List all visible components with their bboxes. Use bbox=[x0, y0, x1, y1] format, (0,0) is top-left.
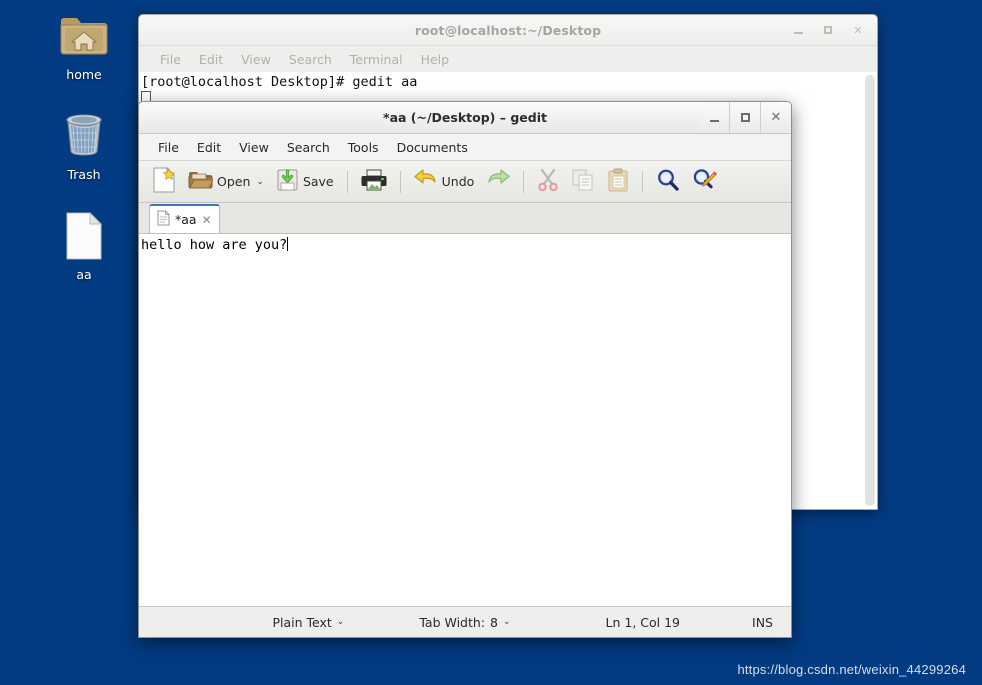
desktop-icon-trash[interactable]: Trash bbox=[52, 108, 116, 182]
text-document-icon bbox=[52, 208, 116, 264]
gedit-menu-view[interactable]: View bbox=[230, 137, 278, 158]
gedit-tab-label: *aa bbox=[175, 212, 197, 227]
tab-width-chevron-down-icon[interactable]: ⌄ bbox=[503, 617, 511, 627]
find-replace-button[interactable] bbox=[687, 166, 723, 198]
gedit-minimize-button[interactable] bbox=[699, 102, 729, 133]
scissors-icon bbox=[537, 168, 559, 196]
gedit-tab-close-icon[interactable]: ✕ bbox=[202, 214, 212, 226]
gedit-tab-aa[interactable]: *aa ✕ bbox=[149, 204, 220, 233]
gedit-text-caret bbox=[287, 237, 289, 251]
new-document-icon bbox=[152, 166, 176, 197]
terminal-close-button[interactable]: ✕ bbox=[851, 23, 865, 37]
gedit-document-text: hello how are you? bbox=[141, 237, 288, 253]
desktop-icon-aa[interactable]: aa bbox=[52, 208, 116, 282]
gedit-window-controls: ✕ bbox=[699, 102, 791, 133]
save-button[interactable]: Save bbox=[271, 166, 339, 198]
terminal-menu-help[interactable]: Help bbox=[412, 50, 459, 69]
gedit-menubar: File Edit View Search Tools Documents bbox=[139, 134, 791, 161]
desktop-icon-label: Trash bbox=[67, 167, 101, 182]
clipboard-icon bbox=[607, 168, 629, 196]
tab-width-selector[interactable]: Tab Width: 8 ⌄ bbox=[419, 615, 510, 630]
gedit-menu-search[interactable]: Search bbox=[278, 137, 339, 158]
language-label: Plain Text bbox=[272, 614, 332, 630]
gedit-menu-edit[interactable]: Edit bbox=[188, 137, 230, 158]
gedit-toolbar: Open ⌄ Save Undo bbox=[139, 161, 791, 203]
open-dropdown-chevron-down-icon[interactable]: ⌄ bbox=[256, 177, 264, 187]
copy-icon bbox=[571, 168, 595, 196]
gedit-menu-documents[interactable]: Documents bbox=[388, 137, 477, 158]
gedit-close-button[interactable]: ✕ bbox=[760, 102, 791, 133]
open-button-label: Open bbox=[217, 174, 251, 189]
open-button[interactable]: Open ⌄ bbox=[183, 166, 269, 198]
language-selector[interactable]: Plain Text ⌄ bbox=[272, 615, 344, 630]
gedit-text-editor[interactable]: hello how are you? bbox=[139, 234, 791, 606]
terminal-menu-terminal[interactable]: Terminal bbox=[341, 50, 412, 69]
toolbar-separator bbox=[399, 170, 401, 193]
gedit-tabbar: *aa ✕ bbox=[139, 203, 791, 234]
toolbar-separator bbox=[523, 170, 525, 193]
redo-button bbox=[481, 166, 515, 198]
toolbar-separator bbox=[346, 170, 348, 193]
terminal-titlebar[interactable]: root@localhost:~/Desktop ✕ bbox=[139, 15, 877, 46]
print-button[interactable] bbox=[356, 166, 392, 198]
gedit-maximize-button[interactable] bbox=[729, 102, 760, 133]
new-document-button[interactable] bbox=[147, 166, 181, 198]
find-replace-icon bbox=[692, 168, 718, 196]
insert-mode-indicator: INS bbox=[752, 614, 773, 630]
gedit-titlebar[interactable]: *aa (~/Desktop) – gedit ✕ bbox=[139, 102, 791, 134]
terminal-menu-view[interactable]: View bbox=[232, 50, 280, 69]
document-icon bbox=[157, 209, 170, 230]
undo-button[interactable]: Undo bbox=[409, 166, 480, 198]
terminal-scrollbar-thumb[interactable] bbox=[865, 75, 875, 506]
terminal-menu-file[interactable]: File bbox=[151, 50, 190, 69]
undo-arrow-icon bbox=[414, 168, 438, 195]
trash-bin-icon bbox=[52, 108, 116, 164]
tab-width-label: Tab Width: bbox=[419, 614, 486, 630]
terminal-scrollbar[interactable] bbox=[863, 72, 877, 509]
desktop-icon-label: aa bbox=[76, 267, 92, 282]
gedit-title: *aa (~/Desktop) – gedit bbox=[383, 110, 547, 125]
terminal-prompt-line: [root@localhost Desktop]# gedit aa bbox=[141, 74, 418, 90]
desktop-icon-area: home Trash aa bbox=[52, 8, 116, 308]
terminal-window-controls: ✕ bbox=[791, 15, 871, 45]
paste-button bbox=[602, 166, 634, 198]
gedit-menu-tools[interactable]: Tools bbox=[339, 137, 388, 158]
find-button[interactable] bbox=[651, 166, 685, 198]
undo-button-label: Undo bbox=[441, 174, 475, 189]
redo-arrow-icon bbox=[486, 168, 510, 195]
save-button-label: Save bbox=[302, 174, 334, 189]
language-chevron-down-icon[interactable]: ⌄ bbox=[337, 617, 345, 627]
copy-button bbox=[566, 166, 600, 198]
terminal-minimize-button[interactable] bbox=[791, 23, 805, 37]
terminal-maximize-button[interactable] bbox=[821, 23, 835, 37]
home-folder-icon bbox=[52, 8, 116, 64]
desktop-icon-home[interactable]: home bbox=[52, 8, 116, 82]
cut-button bbox=[532, 166, 564, 198]
terminal-title: root@localhost:~/Desktop bbox=[414, 22, 602, 38]
watermark-url: https://blog.csdn.net/weixin_44299264 bbox=[737, 662, 966, 677]
terminal-menu-edit[interactable]: Edit bbox=[190, 50, 232, 69]
gedit-statusbar: Plain Text ⌄ Tab Width: 8 ⌄ Ln 1, Col 19… bbox=[139, 606, 791, 637]
terminal-menubar: File Edit View Search Terminal Help bbox=[139, 46, 877, 73]
open-folder-icon bbox=[188, 169, 214, 195]
tab-width-value: 8 bbox=[490, 614, 498, 630]
toolbar-separator bbox=[642, 170, 644, 193]
gedit-menu-file[interactable]: File bbox=[149, 137, 188, 158]
printer-icon bbox=[361, 168, 387, 196]
terminal-menu-search[interactable]: Search bbox=[280, 50, 341, 69]
gedit-window[interactable]: *aa (~/Desktop) – gedit ✕ File Edit View… bbox=[138, 101, 792, 638]
save-disk-icon bbox=[276, 168, 299, 196]
cursor-position: Ln 1, Col 19 bbox=[605, 614, 681, 630]
desktop-icon-label: home bbox=[66, 67, 102, 82]
magnifier-icon bbox=[656, 168, 680, 196]
